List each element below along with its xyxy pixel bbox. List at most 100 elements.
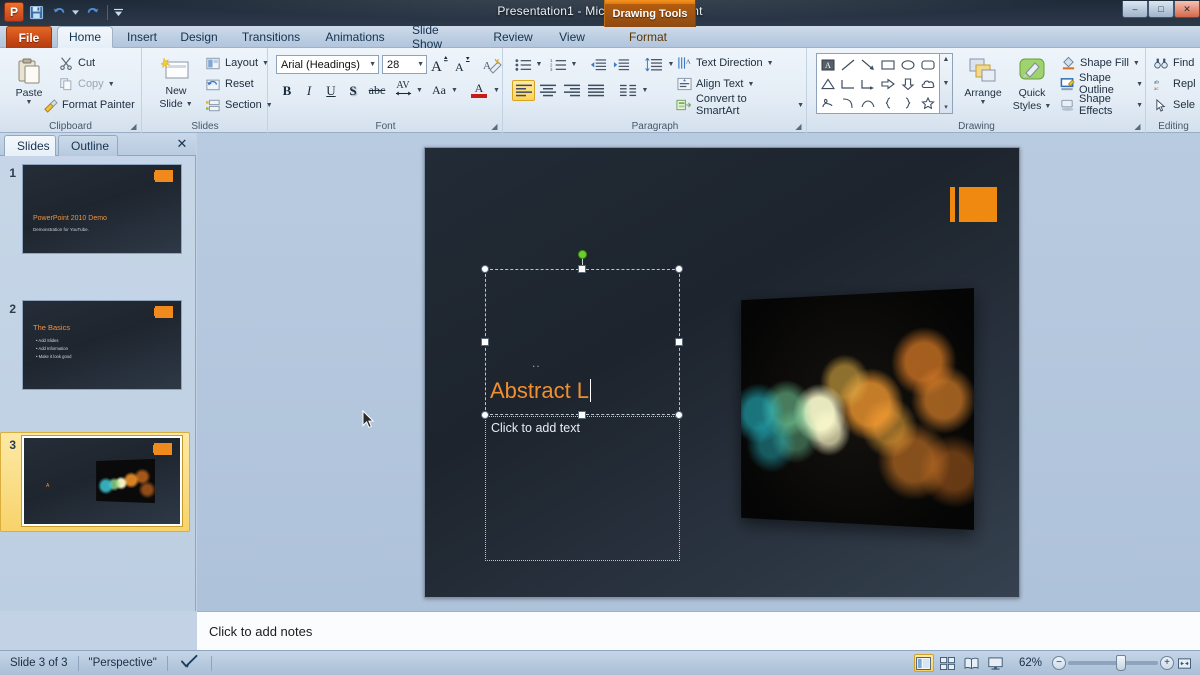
section-button[interactable]: Section ▼ <box>203 95 275 115</box>
shape-right-brace-icon[interactable] <box>898 93 918 112</box>
spell-check-icon[interactable] <box>168 654 211 672</box>
resize-handle-top-right[interactable] <box>675 265 683 273</box>
shape-effects-button[interactable]: Shape Effects ▼ <box>1058 95 1145 115</box>
tab-home[interactable]: Home <box>57 26 113 48</box>
slide-thumbnail-1[interactable]: 1 PowerPoint 2010 Demo Demonstration for… <box>0 164 196 254</box>
new-slide-button[interactable]: New Slide ▼ <box>151 52 201 110</box>
select-button[interactable]: Sele <box>1151 95 1197 115</box>
tab-animations[interactable]: Animations <box>317 26 393 48</box>
copy-button[interactable]: Copy ▼ <box>56 74 117 94</box>
resize-handle-bottom-left[interactable] <box>481 411 489 419</box>
change-case-button[interactable]: Aa <box>427 80 451 101</box>
zoom-level[interactable]: 62% <box>1009 657 1050 669</box>
shape-arc-icon[interactable] <box>858 93 878 112</box>
text-shadow-button[interactable]: S <box>343 80 363 101</box>
shape-elbow-arrow-icon[interactable] <box>858 74 878 93</box>
shape-arrow-icon[interactable] <box>858 55 878 74</box>
theme-name[interactable]: "Perspective" <box>79 657 167 669</box>
strikethrough-button[interactable]: abc <box>365 80 389 101</box>
shape-outline-caret-icon[interactable]: ▼ <box>1136 81 1143 88</box>
new-slide-caret-icon[interactable]: ▼ <box>186 99 193 110</box>
shapes-gallery-scroll[interactable]: ▲ ▼ ▾ <box>940 53 953 114</box>
shape-right-arrow-icon[interactable] <box>878 74 898 93</box>
change-case-caret-icon[interactable]: ▼ <box>450 80 459 101</box>
shape-oval-icon[interactable] <box>898 55 918 74</box>
character-spacing-button[interactable]: AV <box>391 78 415 101</box>
slide-show-button[interactable] <box>986 654 1006 672</box>
slide-thumbnail-3-canvas[interactable]: A <box>22 436 182 526</box>
normal-view-button[interactable] <box>914 654 934 672</box>
paragraph-dialog-launcher[interactable]: ◢ <box>794 122 803 131</box>
decrease-indent-button[interactable] <box>587 54 609 75</box>
zoom-in-button[interactable]: + <box>1160 656 1174 670</box>
columns-caret-icon[interactable]: ▼ <box>640 80 650 101</box>
gallery-scroll-down-icon[interactable]: ▼ <box>943 80 950 87</box>
tab-file[interactable]: File <box>6 26 52 48</box>
shape-line-icon[interactable] <box>838 55 858 74</box>
reading-view-button[interactable] <box>962 654 982 672</box>
shape-curve-icon[interactable] <box>838 93 858 112</box>
smartart-caret-icon[interactable]: ▼ <box>797 102 804 109</box>
resize-handle-bottom-right[interactable] <box>675 411 683 419</box>
bullets-button[interactable] <box>512 54 534 75</box>
replace-button[interactable]: abac Repl <box>1151 74 1198 94</box>
slide-thumbnail-2-canvas[interactable]: The Basics • Add Slides • Add Informatio… <box>22 300 182 390</box>
resize-handle-middle-left[interactable] <box>481 338 489 346</box>
shape-fill-button[interactable]: Shape Fill ▼ <box>1058 53 1142 73</box>
shape-rectangle-icon[interactable] <box>878 55 898 74</box>
slide-edit-area[interactable]: .. Abstract L Click to add text <box>197 133 1200 611</box>
gallery-more-icon[interactable]: ▾ <box>944 103 948 111</box>
find-button[interactable]: Find <box>1151 53 1196 73</box>
resize-handle-top-center[interactable] <box>578 265 586 273</box>
font-size-input[interactable]: 28 ▼ <box>382 55 427 74</box>
font-dialog-launcher[interactable]: ◢ <box>490 122 499 131</box>
minimize-button[interactable]: – <box>1122 1 1148 18</box>
shape-fill-caret-icon[interactable]: ▼ <box>1133 60 1140 67</box>
format-painter-button[interactable]: Format Painter <box>40 95 137 115</box>
notes-pane[interactable]: Click to add notes <box>197 611 1200 650</box>
quick-styles-caret-icon[interactable]: ▼ <box>1044 101 1051 112</box>
tab-review[interactable]: Review <box>485 26 541 48</box>
fit-slide-to-window-button[interactable] <box>1176 656 1192 670</box>
tab-slide-show[interactable]: Slide Show <box>400 26 478 48</box>
tab-outline[interactable]: Outline <box>58 135 118 156</box>
character-spacing-caret-icon[interactable]: ▼ <box>415 80 424 101</box>
shape-star-icon[interactable] <box>918 93 938 112</box>
align-text-caret-icon[interactable]: ▼ <box>748 81 755 88</box>
zoom-slider[interactable] <box>1068 661 1158 665</box>
italic-button[interactable]: I <box>299 80 319 101</box>
shape-rounded-rectangle-icon[interactable] <box>918 55 938 74</box>
close-panel-icon[interactable]: ✕ <box>174 136 190 152</box>
shapes-grid[interactable]: A <box>816 53 940 114</box>
shape-down-arrow-icon[interactable] <box>898 74 918 93</box>
resize-handle-bottom-center[interactable] <box>578 411 586 419</box>
resize-handle-top-left[interactable] <box>481 265 489 273</box>
align-center-button[interactable] <box>536 80 559 101</box>
title-text[interactable]: Abstract L <box>490 378 591 404</box>
slide-sorter-view-button[interactable] <box>938 654 958 672</box>
arrange-button[interactable]: Arrange ▼ <box>956 52 1010 106</box>
arrange-caret-icon[interactable]: ▼ <box>980 99 987 106</box>
line-spacing-button[interactable] <box>642 54 666 75</box>
shape-elbow-connector-icon[interactable] <box>838 74 858 93</box>
paste-caret-icon[interactable]: ▼ <box>26 99 33 106</box>
tab-design[interactable]: Design <box>172 26 226 48</box>
font-name-caret-icon[interactable]: ▼ <box>365 61 376 68</box>
layout-button[interactable]: Layout ▼ <box>203 53 271 73</box>
shape-textbox-icon[interactable]: A <box>818 55 838 74</box>
text-direction-button[interactable]: A Text Direction ▼ <box>674 53 776 73</box>
text-direction-caret-icon[interactable]: ▼ <box>767 60 774 67</box>
align-left-button[interactable] <box>512 80 535 101</box>
clear-formatting-button[interactable]: A <box>480 54 503 75</box>
shrink-font-button[interactable]: A <box>452 54 474 75</box>
close-button[interactable]: ✕ <box>1174 1 1200 18</box>
slide-thumbnail-3[interactable]: 3 A <box>0 436 196 526</box>
justify-button[interactable] <box>584 80 607 101</box>
tab-insert[interactable]: Insert <box>117 26 167 48</box>
numbering-button[interactable]: 123 <box>547 54 569 75</box>
slide-thumbnail-list[interactable]: 1 PowerPoint 2010 Demo Demonstration for… <box>0 156 196 611</box>
align-right-button[interactable] <box>560 80 583 101</box>
shape-outline-button[interactable]: Shape Outline ▼ <box>1058 74 1145 94</box>
layout-caret-icon[interactable]: ▼ <box>262 60 269 67</box>
shape-triangle-icon[interactable] <box>818 74 838 93</box>
